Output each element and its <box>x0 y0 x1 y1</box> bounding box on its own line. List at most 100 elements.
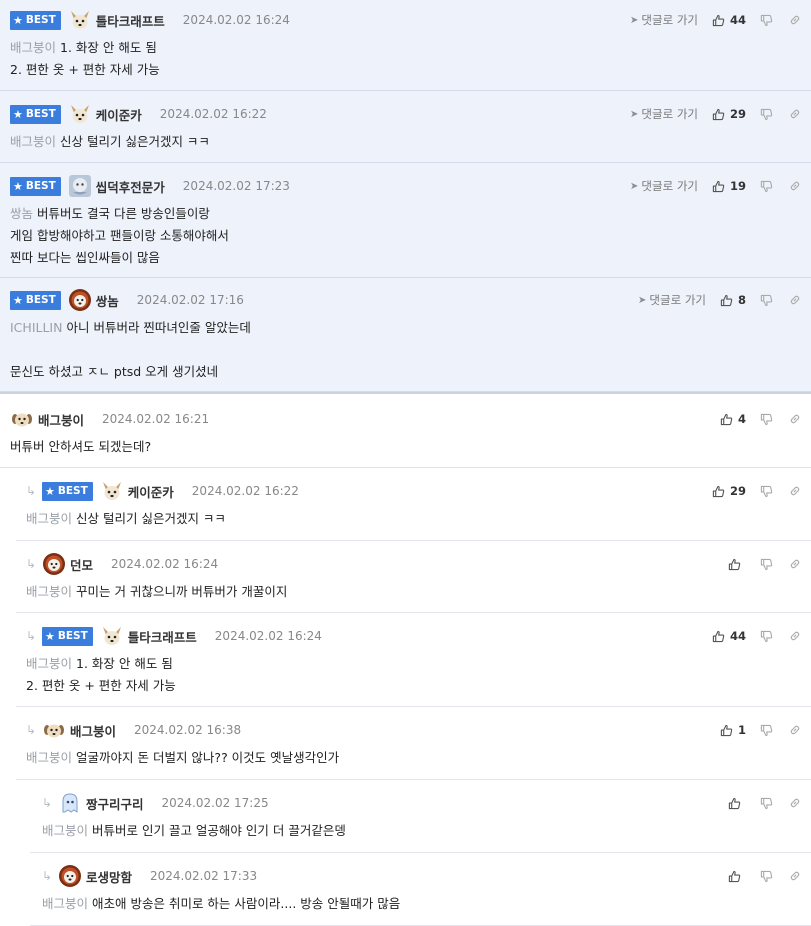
comment-text: 버튜버로 인기 끌고 얼공해야 인기 더 끌거같은뎅 <box>92 823 346 838</box>
thumbs-down-icon[interactable] <box>760 180 773 193</box>
comment-line: 찐따 보다는 씹인싸들이 많음 <box>10 247 811 269</box>
mention-tag[interactable]: 배그붕이 <box>10 40 56 55</box>
like-button[interactable] <box>728 870 746 883</box>
lion-avatar-icon[interactable] <box>42 552 66 576</box>
thumbs-down-icon[interactable] <box>760 413 773 426</box>
dog-avatar-icon[interactable] <box>100 479 124 503</box>
thumbs-down-icon[interactable] <box>760 724 773 737</box>
like-button[interactable] <box>728 797 746 810</box>
best-badge: ★ BEST <box>42 481 93 501</box>
author-nickname[interactable]: 로생망함 <box>86 867 132 886</box>
link-icon[interactable] <box>789 413 801 425</box>
author-nickname[interactable]: 배그붕이 <box>70 721 116 740</box>
comment-text: 찐따 보다는 씹인싸들이 많음 <box>10 250 160 265</box>
like-button[interactable] <box>728 558 746 571</box>
goto-reply-label: 댓글로 가기 <box>641 107 698 121</box>
comment-body: ICHILLIN 아니 버튜버라 찐따녀인줄 알았는데 문신도 하셨고 ㅈㄴ pts… <box>10 317 811 383</box>
link-icon[interactable] <box>789 558 801 570</box>
author-nickname[interactable]: 케이준카 <box>128 482 174 501</box>
best-badge: ★ BEST <box>10 10 61 30</box>
link-icon[interactable] <box>789 485 801 497</box>
pup-avatar-icon[interactable] <box>42 718 66 742</box>
author-nickname[interactable]: 짱구리구리 <box>86 794 144 813</box>
lion-avatar-icon[interactable] <box>68 288 92 312</box>
arrow-icon: ➤ <box>630 14 639 26</box>
link-icon[interactable] <box>789 180 801 192</box>
author-nickname[interactable]: 틀타크래프트 <box>96 11 165 30</box>
goto-reply-link[interactable]: ➤ 댓글로 가기 <box>630 12 698 28</box>
like-count: 19 <box>729 179 746 193</box>
goto-reply-link[interactable]: ➤ 댓글로 가기 <box>630 106 698 122</box>
link-icon[interactable] <box>789 870 801 882</box>
comment-line: 문신도 하셨고 ㅈㄴ ptsd 오게 생기셨네 <box>10 361 811 383</box>
author-nickname[interactable]: 씹덕후전문가 <box>96 177 165 196</box>
thumbs-down-icon[interactable] <box>760 294 773 307</box>
dog-avatar-icon[interactable] <box>68 102 92 126</box>
dog-avatar-icon[interactable] <box>100 624 124 648</box>
like-button[interactable]: 29 <box>712 107 746 121</box>
thumbs-down-icon[interactable] <box>760 485 773 498</box>
author-nickname[interactable]: 케이준카 <box>96 105 142 124</box>
author-nickname[interactable]: 던모 <box>70 555 93 574</box>
thumbs-down-icon[interactable] <box>760 870 773 883</box>
like-button[interactable]: 29 <box>712 484 746 498</box>
thumbs-up-icon <box>728 558 741 570</box>
mention-tag[interactable]: 배그붕이 <box>26 584 72 599</box>
comment-date: 2024.02.02 17:23 <box>182 179 290 193</box>
author-nickname[interactable]: 쌍놈 <box>96 291 119 310</box>
mention-tag[interactable]: 배그붕이 <box>42 896 88 911</box>
best-label: BEST <box>25 108 56 120</box>
mention-tag[interactable]: 배그붕이 <box>26 750 72 765</box>
comment-date: 2024.02.02 16:21 <box>102 412 210 426</box>
thumbs-down-icon[interactable] <box>760 630 773 643</box>
pup-avatar-icon[interactable] <box>10 407 34 431</box>
link-icon[interactable] <box>789 14 801 26</box>
link-icon[interactable] <box>789 724 801 736</box>
link-icon[interactable] <box>789 294 801 306</box>
like-button[interactable]: 4 <box>720 412 746 426</box>
like-button[interactable]: 1 <box>720 723 746 737</box>
star-icon: ★ <box>13 179 23 193</box>
thumbs-up-icon <box>712 485 725 497</box>
arrow-icon: ➤ <box>630 180 639 192</box>
reply-comment: ↳ 로생망함 2024.02.02 17:33 배그붕이 애초애 방송은 취미로 하는 … <box>30 853 811 926</box>
best-label: BEST <box>57 485 88 497</box>
link-icon[interactable] <box>789 108 801 120</box>
mention-tag[interactable]: ICHILLIN <box>10 320 62 335</box>
comment-list: ★ BEST 틀타크래프트 2024.02.02 16:24 ➤ 댓글로 가기 44 배그붕이… <box>0 0 811 926</box>
character-avatar-icon[interactable] <box>68 174 92 198</box>
reply-arrow-icon: ↳ <box>26 629 37 643</box>
comment-actions: 44 <box>712 628 801 644</box>
mention-tag[interactable]: 배그붕이 <box>42 823 88 838</box>
mention-tag[interactable]: 배그붕이 <box>26 511 72 526</box>
like-button[interactable]: 8 <box>720 293 746 307</box>
thumbs-up-icon <box>728 797 741 809</box>
dog-avatar-icon[interactable] <box>68 8 92 32</box>
lion-avatar-icon[interactable] <box>58 864 82 888</box>
goto-reply-link[interactable]: ➤ 댓글로 가기 <box>630 178 698 194</box>
mention-tag[interactable]: 배그붕이 <box>26 656 72 671</box>
mention-tag[interactable]: 배그붕이 <box>10 134 56 149</box>
thumbs-down-icon[interactable] <box>760 558 773 571</box>
thumbs-down-icon[interactable] <box>760 108 773 121</box>
like-count: 44 <box>729 629 746 643</box>
author-nickname[interactable]: 배그붕이 <box>38 410 84 429</box>
like-button[interactable]: 44 <box>712 629 746 643</box>
mention-tag[interactable]: 쌍놈 <box>10 206 33 221</box>
ghost-avatar-icon[interactable] <box>58 791 82 815</box>
goto-reply-link[interactable]: ➤ 댓글로 가기 <box>638 292 706 308</box>
thumbs-down-icon[interactable] <box>760 797 773 810</box>
like-button[interactable]: 44 <box>712 13 746 27</box>
author-nickname[interactable]: 틀타크래프트 <box>128 627 197 646</box>
comment-text: 버튜버 안하셔도 되겠는데? <box>10 439 152 454</box>
thumbs-down-icon[interactable] <box>760 14 773 27</box>
thumbs-up-icon <box>712 14 725 26</box>
like-button[interactable]: 19 <box>712 179 746 193</box>
link-icon[interactable] <box>789 630 801 642</box>
comment-body: 배그붕이 얼굴까야지 돈 더벌지 않나?? 이것도 옛날생각인가 <box>26 747 811 769</box>
link-icon[interactable] <box>789 797 801 809</box>
comment-body: 배그붕이 애초애 방송은 취미로 하는 사람이라.... 방송 안될때가 많음 <box>42 893 811 915</box>
reply-comment: ↳ 배그붕이 2024.02.02 16:38 1 배그붕이 얼굴까야지 돈 더벌지 않나… <box>16 707 811 780</box>
comment-actions: ➤ 댓글로 가기 19 <box>630 178 801 194</box>
